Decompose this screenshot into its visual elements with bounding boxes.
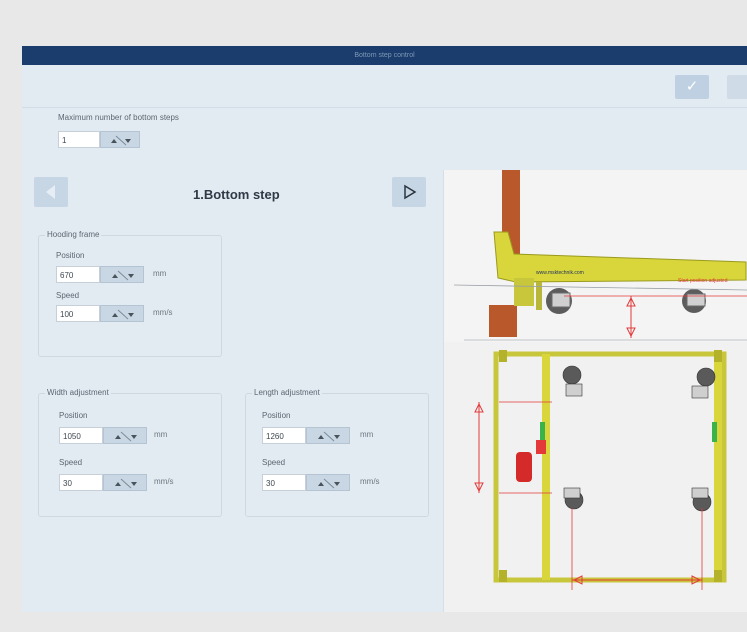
length-position-label: Position [262, 411, 291, 420]
top-view [444, 342, 747, 612]
hooding-speed-unit: mm/s [153, 308, 173, 317]
hooding-frame-group: Hooding frame Position 670 mm Speed 100 … [38, 230, 222, 357]
length-speed-stepper[interactable] [306, 474, 350, 491]
step-title: 1.Bottom step [193, 187, 280, 202]
length-speed-unit: mm/s [360, 477, 380, 486]
stepper-arrows-icon [111, 135, 131, 146]
length-adjustment-legend: Length adjustment [252, 388, 322, 397]
brand-text: www.msktechnik.com [536, 270, 584, 276]
hooding-speed-stepper[interactable] [100, 305, 144, 322]
machine-diagram: www.msktechnik.com Start position adjust… [443, 170, 747, 612]
stepper-arrows-icon [318, 431, 340, 442]
hooding-frame-legend: Hooding frame [45, 230, 102, 239]
window-title: Bottom step control [354, 52, 415, 59]
length-speed-field[interactable]: 30 [262, 474, 306, 491]
hooding-position-field[interactable]: 670 [56, 266, 100, 283]
arrow-right-icon [404, 184, 417, 200]
width-position-label: Position [59, 411, 88, 420]
width-adjustment-group: Width adjustment Position 1050 mm Speed … [38, 388, 222, 517]
width-position-field[interactable]: 1050 [59, 427, 103, 444]
hooding-position-label: Position [56, 251, 85, 260]
width-position-stepper[interactable] [103, 427, 147, 444]
stepper-arrows-icon [112, 309, 134, 320]
length-position-field[interactable]: 1260 [262, 427, 306, 444]
length-adjustment-group: Length adjustment Position 1260 mm Speed… [245, 388, 429, 517]
check-icon: ✓ [685, 78, 699, 95]
application-window: Bottom step control ✓ Maximum number of … [22, 46, 747, 612]
bottom-steps-label: Maximum number of bottom steps [58, 113, 179, 122]
arrow-left-icon [46, 185, 55, 199]
stepper-arrows-icon [115, 431, 137, 442]
side-view: www.msktechnik.com Start position adjust… [444, 170, 747, 342]
width-speed-stepper[interactable] [103, 474, 147, 491]
hooding-position-unit: mm [153, 269, 167, 278]
title-bar: Bottom step control [22, 46, 747, 65]
length-speed-label: Speed [262, 458, 286, 467]
length-position-unit: mm [360, 430, 374, 439]
hooding-speed-field[interactable]: 100 [56, 305, 100, 322]
toolbar-button-2[interactable] [727, 75, 747, 99]
previous-step-button[interactable] [34, 177, 68, 207]
length-position-stepper[interactable] [306, 427, 350, 444]
width-position-unit: mm [154, 430, 168, 439]
next-step-button[interactable] [392, 177, 426, 207]
stepper-arrows-icon [318, 478, 340, 489]
bottom-steps-stepper[interactable] [100, 131, 140, 148]
width-speed-unit: mm/s [154, 477, 174, 486]
stepper-arrows-icon [115, 478, 137, 489]
machine-drawing: www.msktechnik.com Start position adjust… [444, 170, 747, 612]
note-text: Start position adjusted [678, 278, 728, 284]
stepper-arrows-icon [112, 270, 134, 281]
hooding-speed-label: Speed [56, 291, 80, 300]
bottom-steps-field[interactable]: 1 [58, 131, 100, 148]
width-speed-field[interactable]: 30 [59, 474, 103, 491]
width-adjustment-legend: Width adjustment [45, 388, 111, 397]
toolbar: ✓ [22, 65, 747, 108]
confirm-button[interactable]: ✓ [675, 75, 709, 99]
hooding-position-stepper[interactable] [100, 266, 144, 283]
width-speed-label: Speed [59, 458, 83, 467]
